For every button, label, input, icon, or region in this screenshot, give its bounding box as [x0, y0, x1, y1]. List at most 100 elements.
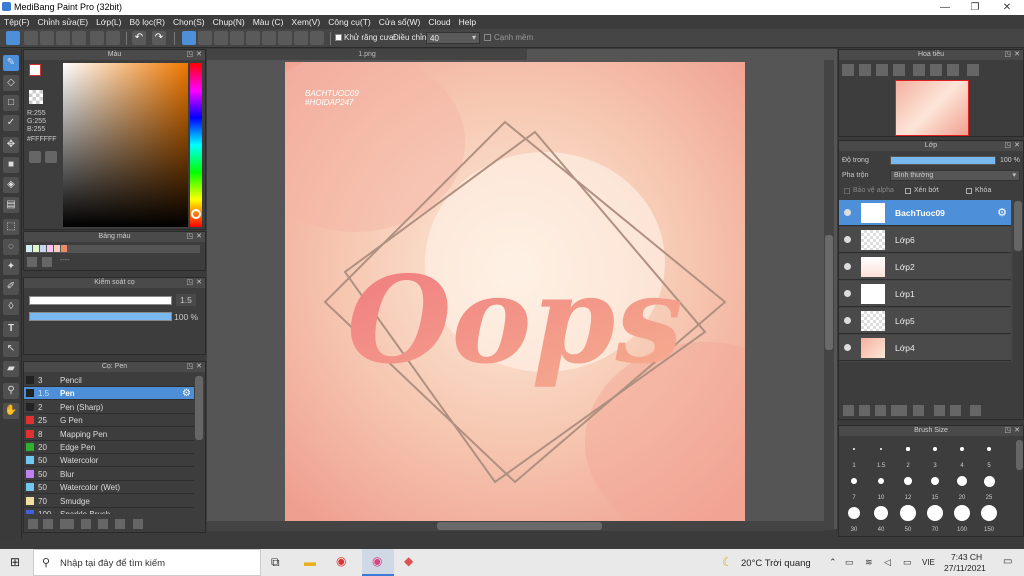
navigator-preview[interactable]: [895, 80, 969, 136]
no-snap-icon[interactable]: [182, 31, 196, 45]
open-icon[interactable]: [40, 31, 54, 45]
rect-tool-icon[interactable]: □: [3, 95, 19, 111]
settings-snap-icon[interactable]: [310, 31, 324, 45]
layer-opacity-slider[interactable]: [890, 156, 996, 165]
magic-wand-icon[interactable]: ✦: [3, 259, 19, 275]
bucket-tool-icon[interactable]: ◈: [3, 177, 19, 193]
fit-icon[interactable]: [876, 64, 888, 76]
eraser-tool-icon[interactable]: ◇: [3, 75, 19, 91]
brush-size-option[interactable]: 12: [895, 471, 921, 501]
brush-copy-icon[interactable]: [115, 519, 125, 529]
visibility-icon[interactable]: [844, 344, 851, 351]
layer-row[interactable]: Lớp2: [839, 254, 1011, 280]
brush-item[interactable]: 25 G Pen: [24, 414, 194, 428]
zoom-in-icon[interactable]: [842, 64, 854, 76]
page-icon[interactable]: [106, 31, 120, 45]
operation-tool-icon[interactable]: ↖: [3, 341, 19, 357]
select-eraser-icon[interactable]: ◊: [3, 299, 19, 315]
palette-strip[interactable]: [26, 245, 200, 253]
brush-size-scrollbar[interactable]: [1016, 440, 1023, 470]
taskbar-search[interactable]: ⚲ Nhập tại đây để tìm kiếm: [33, 549, 261, 576]
menu-window[interactable]: Cửa sổ(W): [375, 15, 425, 29]
brush-options-icon[interactable]: [60, 519, 74, 529]
close-button[interactable]: ✕: [992, 0, 1022, 15]
notification-icon[interactable]: ▭: [1003, 556, 1012, 567]
brush-size-option[interactable]: 5: [976, 439, 1002, 469]
move-tool-icon[interactable]: ✥: [3, 137, 19, 153]
gradient-tool-icon[interactable]: ▤: [3, 197, 19, 213]
brush-folder-icon[interactable]: [81, 519, 91, 529]
medibang-icon[interactable]: ◆: [404, 554, 413, 568]
brush-opacity-slider[interactable]: [29, 312, 172, 321]
select-pen-icon[interactable]: ✐: [3, 279, 19, 295]
flip-icon[interactable]: [930, 64, 942, 76]
visibility-icon[interactable]: [844, 290, 851, 297]
color-picker-icon[interactable]: [45, 151, 57, 163]
menu-layer[interactable]: Lớp(L): [92, 15, 125, 29]
menu-select[interactable]: Chọn(S): [169, 15, 209, 29]
ellipse-snap-icon[interactable]: [294, 31, 308, 45]
brush-size-option[interactable]: 30: [841, 503, 867, 533]
new-file-icon[interactable]: [24, 31, 38, 45]
eyedropper-tool-icon[interactable]: ⚲: [3, 383, 19, 399]
brush-item[interactable]: 20 Edge Pen: [24, 441, 194, 454]
brush-item[interactable]: 2 Pen (Sharp): [24, 401, 194, 414]
vanish-snap-icon[interactable]: [230, 31, 244, 45]
curve-snap-icon[interactable]: [278, 31, 292, 45]
adjust-select[interactable]: 40 ▾: [426, 32, 480, 44]
layer-row[interactable]: Lớp6: [839, 227, 1011, 253]
layer-row[interactable]: Lớp4: [839, 335, 1011, 361]
layer-settings-icon[interactable]: ⚙: [997, 206, 1007, 219]
lock-checkbox[interactable]: [966, 188, 972, 194]
clock-time[interactable]: 7:43 CH: [951, 552, 982, 562]
grid-icon[interactable]: [90, 31, 104, 45]
fill-rect-tool-icon[interactable]: ■: [3, 157, 19, 173]
chrome-icon[interactable]: ◉: [336, 554, 346, 568]
visibility-icon[interactable]: [844, 209, 851, 216]
brush-size-option[interactable]: 70: [922, 503, 948, 533]
brush-size-option[interactable]: 1.5: [868, 439, 894, 469]
visibility-icon[interactable]: [844, 236, 851, 243]
export-icon[interactable]: [72, 31, 86, 45]
delete-brush-icon[interactable]: [133, 519, 143, 529]
brush-size-option[interactable]: 50: [895, 503, 921, 533]
minimize-button[interactable]: —: [930, 0, 960, 15]
saturation-value-picker[interactable]: [63, 63, 188, 227]
menu-help[interactable]: Help: [455, 15, 480, 29]
battery-icon[interactable]: ▭: [903, 557, 912, 568]
new-8bit-layer-icon[interactable]: [875, 405, 886, 416]
antialias-checkbox[interactable]: [335, 34, 342, 41]
brush-item[interactable]: 70 Smudge: [24, 495, 194, 508]
zoom-out-icon[interactable]: [859, 64, 871, 76]
text-tool-icon[interactable]: T: [3, 321, 19, 337]
maximize-button[interactable]: ❐: [960, 0, 990, 15]
smooth-checkbox[interactable]: [484, 34, 491, 41]
brush-size-slider[interactable]: [29, 296, 172, 305]
save-icon[interactable]: [56, 31, 70, 45]
protect-alpha-checkbox[interactable]: [844, 188, 850, 194]
rotate-right-icon[interactable]: [947, 64, 959, 76]
taskbar-app-active[interactable]: ◉: [362, 549, 394, 576]
menu-file[interactable]: Tệp(F): [0, 15, 34, 29]
color-wheel-icon[interactable]: [29, 151, 41, 163]
brush-size-option[interactable]: 3: [922, 439, 948, 469]
language-indicator[interactable]: VIE: [922, 558, 935, 567]
undo-icon[interactable]: ↶: [132, 31, 146, 45]
brush-size-option[interactable]: 100: [949, 503, 975, 533]
blend-select[interactable]: Bình thường ▾: [890, 170, 1020, 181]
menu-tools[interactable]: Công cụ(T): [324, 15, 375, 29]
new-layer-icon[interactable]: [843, 405, 854, 416]
brush-item[interactable]: 50 Watercolor (Wet): [24, 481, 194, 495]
layer-folder-icon[interactable]: [913, 405, 924, 416]
menu-edit[interactable]: Chỉnh sửa(E): [34, 15, 93, 29]
menu-snap[interactable]: Chụp(N): [209, 15, 249, 29]
dot-tool-icon[interactable]: ✓: [3, 115, 19, 131]
brush-size-option[interactable]: 150: [976, 503, 1002, 533]
layer-row[interactable]: Lớp1: [839, 281, 1011, 307]
menu-filter[interactable]: Bộ lọc(R): [126, 15, 169, 29]
canvas-document[interactable]: Oops BACHTUOC09 #HOIDAP247: [285, 62, 745, 522]
menu-cloud[interactable]: Cloud: [424, 15, 454, 29]
add-palette-icon[interactable]: [27, 257, 37, 267]
horizontal-scrollbar[interactable]: [207, 521, 824, 531]
menu-view[interactable]: Xem(V): [287, 15, 324, 29]
